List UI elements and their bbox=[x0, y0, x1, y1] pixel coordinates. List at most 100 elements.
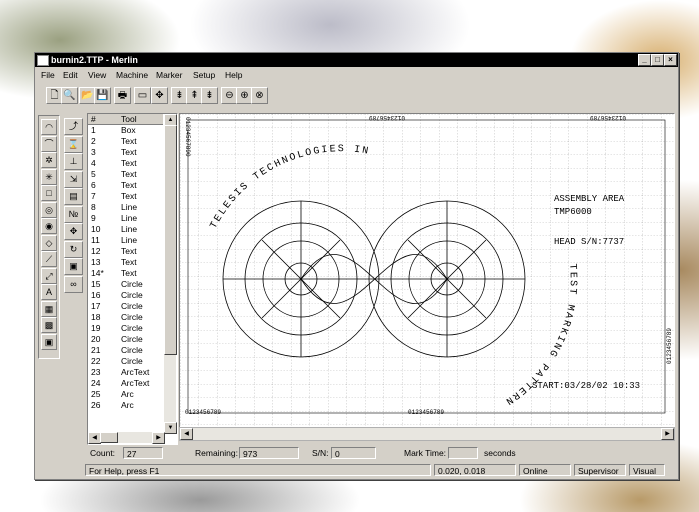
list-item-tool: ArcText bbox=[121, 367, 150, 377]
line-tool-icon[interactable]: ⟋ bbox=[41, 251, 57, 267]
marking-status-line: Count: 27 Remaining: 973 S/N: 0 Mark Tim… bbox=[35, 445, 678, 461]
list-item[interactable]: 14* Text bbox=[88, 268, 163, 278]
list-item[interactable]: 3 Text bbox=[88, 147, 163, 157]
list-item-tool: Line bbox=[121, 235, 138, 245]
list-item-tool: Box bbox=[121, 125, 136, 135]
link-icon[interactable]: ∞ bbox=[64, 275, 83, 293]
arc-text-tool-icon[interactable]: ⌒ bbox=[41, 135, 57, 152]
column-header-number[interactable]: # bbox=[91, 114, 96, 124]
menu-view[interactable]: View bbox=[88, 70, 106, 81]
box-tool-icon[interactable]: □ bbox=[41, 185, 57, 201]
save-icon[interactable]: 💾 bbox=[94, 87, 111, 104]
menu-help[interactable]: Help bbox=[225, 70, 242, 81]
list-item-number: 14* bbox=[91, 268, 104, 278]
ellipse-tool-icon[interactable]: ◉ bbox=[41, 218, 57, 234]
title-bar[interactable]: burnin2.TTP - Merlin _ □ × bbox=[35, 53, 678, 67]
list-vertical-scrollbar[interactable]: ▲ ▼ bbox=[164, 114, 177, 434]
grid-icon[interactable]: ▤ bbox=[64, 188, 83, 205]
list-item[interactable]: 6 Text bbox=[88, 180, 163, 190]
list-item-tool: Text bbox=[121, 246, 137, 256]
list-item[interactable]: 4 Text bbox=[88, 158, 163, 168]
list-item[interactable]: 20 Circle bbox=[88, 334, 163, 344]
canvas-scroll-right-icon[interactable]: ▶ bbox=[661, 428, 674, 440]
list-item[interactable]: 5 Text bbox=[88, 169, 163, 179]
list-item-number: 6 bbox=[91, 180, 96, 190]
marking-canvas[interactable]: 0123456789 0123456789 0123456789 0123456… bbox=[176, 107, 675, 428]
list-item[interactable]: 19 Circle bbox=[88, 323, 163, 333]
list-item[interactable]: 21 Circle bbox=[88, 345, 163, 355]
list-item[interactable]: 17 Circle bbox=[88, 301, 163, 311]
list-item[interactable]: 13 Text bbox=[88, 257, 163, 267]
serial-number-icon[interactable]: № bbox=[64, 205, 83, 223]
menu-marker[interactable]: Marker bbox=[156, 70, 182, 81]
fill-tool-icon[interactable]: ▣ bbox=[41, 333, 57, 350]
maximize-button[interactable]: □ bbox=[651, 54, 664, 66]
list-item[interactable]: 26 Arc bbox=[88, 400, 163, 410]
transform-icon[interactable]: ⤴ bbox=[64, 118, 83, 135]
column-header-tool[interactable]: Tool bbox=[121, 114, 137, 124]
list-item-number: 9 bbox=[91, 213, 96, 223]
menu-setup[interactable]: Setup bbox=[193, 70, 215, 81]
list-item-tool: Circle bbox=[121, 301, 143, 311]
list-item-number: 19 bbox=[91, 323, 101, 333]
list-item[interactable]: 25 Arc bbox=[88, 389, 163, 399]
list-item-number: 3 bbox=[91, 147, 96, 157]
rotate-icon[interactable]: ↻ bbox=[64, 240, 83, 258]
menu-file[interactable]: File bbox=[41, 70, 55, 81]
list-item-number: 23 bbox=[91, 367, 101, 377]
list-item-number: 21 bbox=[91, 345, 101, 355]
list-item[interactable]: 22 Circle bbox=[88, 356, 163, 366]
hourglass-icon[interactable]: ⌛ bbox=[64, 135, 83, 153]
arc-tool-icon[interactable]: ◠ bbox=[41, 119, 57, 135]
align-right-icon[interactable]: ⇟ bbox=[201, 87, 218, 104]
list-hscroll-thumb[interactable] bbox=[100, 432, 118, 443]
list-horizontal-scrollbar[interactable]: ◀ ▶ bbox=[88, 432, 165, 444]
move-icon[interactable]: ✥ bbox=[151, 87, 168, 104]
menu-machine[interactable]: Machine bbox=[116, 70, 148, 81]
frame-icon[interactable]: ▣ bbox=[64, 258, 83, 275]
list-scroll-thumb[interactable] bbox=[164, 125, 177, 355]
list-item[interactable]: 16 Circle bbox=[88, 290, 163, 300]
marking-pattern: 0123456789 0123456789 0123456789 0123456… bbox=[176, 107, 674, 427]
print-icon[interactable]: 🖶 bbox=[114, 87, 131, 104]
diamond-tool-icon[interactable]: ◇ bbox=[41, 234, 57, 251]
menu-edit[interactable]: Edit bbox=[63, 70, 78, 81]
barcode-tool-icon[interactable]: ▦ bbox=[41, 300, 57, 317]
list-item[interactable]: 1 Box bbox=[88, 125, 163, 135]
list-item[interactable]: 18 Circle bbox=[88, 312, 163, 322]
marker-icon[interactable]: ▭ bbox=[134, 87, 151, 104]
zoom-out-icon[interactable]: ⊗ bbox=[251, 87, 268, 104]
align-bottom-icon[interactable]: ⊥ bbox=[64, 153, 83, 170]
text-tool-icon[interactable]: A bbox=[41, 284, 57, 300]
scroll-down-icon[interactable]: ▼ bbox=[164, 422, 177, 434]
app-icon[interactable] bbox=[37, 55, 49, 66]
start-date-text: START:03/28/02 10:33 bbox=[532, 381, 640, 391]
move-object-icon[interactable]: ✥ bbox=[64, 223, 83, 240]
list-item[interactable]: 9 Line bbox=[88, 213, 163, 223]
canvas-scroll-left-icon[interactable]: ◀ bbox=[180, 428, 193, 440]
scroll-right-icon[interactable]: ▶ bbox=[152, 432, 165, 444]
list-item[interactable]: 11 Line bbox=[88, 235, 163, 245]
canvas-horizontal-scrollbar[interactable]: ◀ ▶ bbox=[179, 427, 675, 441]
burst-tool-icon[interactable]: ✳ bbox=[41, 168, 57, 185]
edit-tools-palette: ⤴ ⌛ ⊥ ⇲ ▤ № ✥ ↻ ▣ ∞ bbox=[62, 115, 86, 295]
list-item[interactable]: 8 Line bbox=[88, 202, 163, 212]
list-item[interactable]: 12 Text bbox=[88, 246, 163, 256]
drawing-tools-palette: ◠ ⌒ ✲ ✳ □ ◎ ◉ ◇ ⟋ ⤢ A ▦ ▩ ▣ bbox=[38, 115, 60, 359]
datamatrix-tool-icon[interactable]: ▩ bbox=[41, 317, 57, 333]
list-item[interactable]: 15 Circle bbox=[88, 279, 163, 289]
polyline-tool-icon[interactable]: ⤢ bbox=[41, 267, 57, 284]
list-item[interactable]: 2 Text bbox=[88, 136, 163, 146]
resize-icon[interactable]: ⇲ bbox=[64, 170, 83, 188]
list-item[interactable]: 24 ArcText bbox=[88, 378, 163, 388]
minimize-button[interactable]: _ bbox=[638, 54, 651, 66]
star-tool-icon[interactable]: ✲ bbox=[41, 152, 57, 168]
list-item[interactable]: 10 Line bbox=[88, 224, 163, 234]
preview-icon[interactable]: 🔍 bbox=[61, 87, 78, 104]
circle-tool-icon[interactable]: ◎ bbox=[41, 201, 57, 218]
list-item[interactable]: 7 Text bbox=[88, 191, 163, 201]
list-item-number: 11 bbox=[91, 235, 100, 245]
object-list[interactable]: # Tool 1 Box 2 Text 3 Text 4 Text 5 Text 6 Text 7 Tex… bbox=[87, 113, 178, 445]
close-button[interactable]: × bbox=[664, 54, 677, 66]
list-item[interactable]: 23 ArcText bbox=[88, 367, 163, 377]
